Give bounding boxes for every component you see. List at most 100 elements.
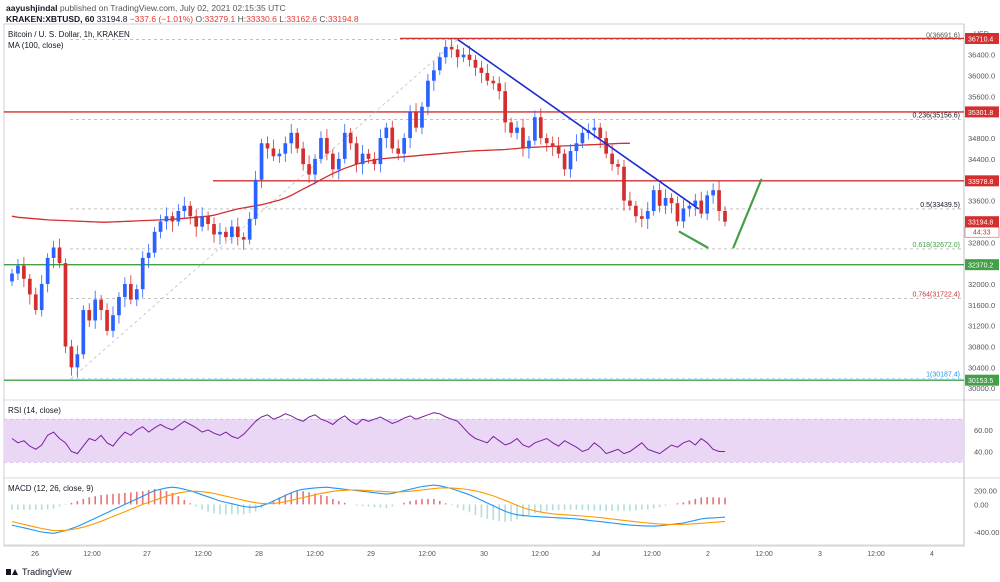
candle-body xyxy=(218,231,222,235)
price-tick-11: 30400.0 xyxy=(968,363,995,372)
tradingview-logo-icon xyxy=(6,568,18,576)
candle-body xyxy=(105,310,109,331)
candle-body xyxy=(271,148,276,157)
footer-brand[interactable]: TradingView xyxy=(22,567,72,577)
time-tick-10: Jul xyxy=(592,551,601,558)
candle-body xyxy=(420,106,424,128)
candle-body xyxy=(402,138,406,154)
candle-body xyxy=(651,190,656,211)
candle-body xyxy=(509,122,513,133)
price-tick-3: 34800.0 xyxy=(968,134,995,143)
candle-body xyxy=(723,211,727,222)
candle-body xyxy=(45,257,50,284)
fib-level-label-5: 1(30187.4) xyxy=(926,371,960,378)
candle-body xyxy=(449,46,454,50)
candle-body xyxy=(331,153,335,170)
time-tick-15: 12:00 xyxy=(867,551,885,558)
candle-body xyxy=(515,127,519,133)
candle-body xyxy=(176,211,181,222)
candle-body xyxy=(295,132,300,149)
price-tag-label-0: 36710.4 xyxy=(968,36,993,43)
candle-body xyxy=(265,143,270,149)
fib-level-label-1: 0.236(35156.6) xyxy=(913,112,960,119)
candle-body xyxy=(212,224,216,235)
candle-body xyxy=(616,164,620,167)
candle-body xyxy=(200,216,204,227)
price-chart[interactable]: Bitcoin / U. S. Dollar, 1h, KRAKEN MA (10… xyxy=(0,0,1000,582)
candle-body xyxy=(146,252,151,258)
candle-body xyxy=(574,143,579,152)
candle-body xyxy=(164,216,169,222)
candle-body xyxy=(27,278,32,295)
ma-label: MA (100, close) xyxy=(8,41,64,50)
candle-body xyxy=(639,216,644,219)
candle-body xyxy=(57,247,62,264)
candle-body xyxy=(699,200,704,214)
time-tick-14: 3 xyxy=(818,551,822,558)
fib-level-label-4: 0.764(31722.4) xyxy=(913,291,960,298)
candle-body xyxy=(63,263,68,347)
time-tick-7: 12:00 xyxy=(418,551,436,558)
time-tick-4: 28 xyxy=(255,551,263,558)
rsi-tick-1: 40.00 xyxy=(974,447,993,456)
time-tick-8: 30 xyxy=(480,551,488,558)
candle-body xyxy=(396,148,401,154)
candle-body xyxy=(247,218,252,240)
candle-body xyxy=(152,231,157,253)
price-tick-7: 32000.0 xyxy=(968,280,995,289)
candle-body xyxy=(206,216,210,225)
candle-body xyxy=(479,67,484,73)
candle-body xyxy=(93,299,98,321)
candle-body xyxy=(188,205,193,217)
candle-body xyxy=(140,257,145,290)
candle-body xyxy=(432,70,436,81)
candle-body xyxy=(10,273,14,282)
projection-stroke-2 xyxy=(678,230,709,249)
candle-body xyxy=(657,190,662,206)
candle-body xyxy=(235,226,240,238)
candle-body xyxy=(473,59,478,68)
time-tick-3: 12:00 xyxy=(194,551,212,558)
price-tick-9: 31200.0 xyxy=(968,322,995,331)
rsi-band xyxy=(4,419,964,463)
candle-body xyxy=(426,80,430,107)
time-tick-11: 12:00 xyxy=(643,551,661,558)
candle-body xyxy=(562,153,567,170)
candle-body xyxy=(544,138,549,144)
price-tag-label-2: 33978.8 xyxy=(968,179,993,186)
price-tick-5: 33600.0 xyxy=(968,197,995,206)
candle-body xyxy=(604,138,609,154)
candle-body xyxy=(81,310,86,355)
candle-body xyxy=(717,190,721,211)
candle-body xyxy=(283,143,288,154)
candle-body xyxy=(538,117,543,139)
price-tick-2: 35600.0 xyxy=(968,92,995,101)
price-tag-label-4: 32370.2 xyxy=(968,263,993,270)
candle-body xyxy=(390,127,395,149)
price-tick-8: 31600.0 xyxy=(968,301,995,310)
candle-body xyxy=(319,138,323,159)
candle-body xyxy=(711,190,715,196)
candle-body xyxy=(51,247,56,258)
price-tick-0: 36400.0 xyxy=(968,51,995,60)
fib-level-label-3: 0.618(32672.0) xyxy=(913,242,960,249)
candle-body xyxy=(194,216,199,227)
candle-body xyxy=(229,226,234,238)
price-tick-10: 30800.0 xyxy=(968,342,995,351)
macd-tick-1: 0.00 xyxy=(974,500,989,509)
candle-body xyxy=(634,205,638,217)
time-tick-0: 26 xyxy=(31,551,39,558)
candle-body xyxy=(224,231,228,238)
candle-body xyxy=(170,216,175,222)
time-tick-1: 12:00 xyxy=(83,551,101,558)
macd-tick-2: -400.00 xyxy=(974,528,999,537)
candle-body xyxy=(259,143,264,180)
price-tick-6: 32800.0 xyxy=(968,238,995,247)
candle-body xyxy=(645,211,650,219)
tradingview-footer: TradingView xyxy=(6,567,72,577)
candle-body xyxy=(497,83,502,92)
candle-body xyxy=(461,54,466,58)
chart-title: Bitcoin / U. S. Dollar, 1h, KRAKEN xyxy=(8,30,130,39)
candle-body xyxy=(69,346,74,368)
price-tick-4: 34400.0 xyxy=(968,155,995,164)
